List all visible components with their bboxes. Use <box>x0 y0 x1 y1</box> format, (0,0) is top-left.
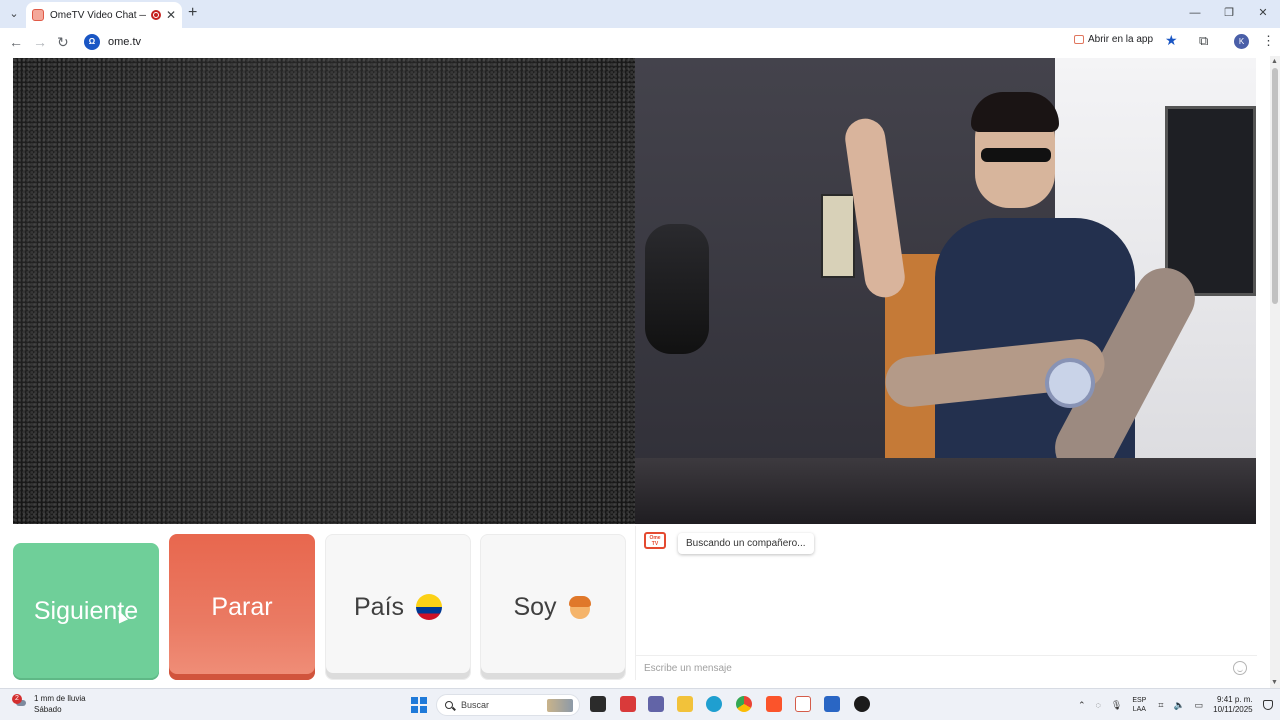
taskbar-search-label: Buscar <box>461 700 490 710</box>
teams-icon[interactable] <box>648 696 664 712</box>
windows-start-icon[interactable] <box>411 697 427 713</box>
windows-taskbar: 2 1 mm de lluvia Sábado Buscar ⌃ ◌ 🎙 ESP… <box>0 688 1280 720</box>
self-camera-video <box>635 58 1256 524</box>
forward-arrow-icon[interactable]: → <box>33 34 47 50</box>
boy-icon <box>567 594 593 620</box>
taskbar-clock[interactable]: 9:41 p. m. 10/11/2025 <box>1213 695 1252 715</box>
chat-message: Ome TV Buscando un compañero... <box>644 532 814 554</box>
country-button-label: País <box>353 592 405 621</box>
battery-icon[interactable]: ▭ <box>1195 700 1204 711</box>
stop-button-label: Parar <box>211 592 273 621</box>
network-icon[interactable]: ⌗ <box>1158 700 1163 711</box>
stranger-video-static <box>13 58 635 524</box>
window-controls: — ❐ ✕ <box>1178 0 1280 28</box>
scroll-down-arrow-icon[interactable]: ▼ <box>1271 679 1278 686</box>
camera-microphone <box>645 224 709 354</box>
reload-icon[interactable]: ↻ <box>57 34 69 50</box>
country-filter-button[interactable]: País <box>325 534 471 680</box>
input-language[interactable]: ESP LAA <box>1132 696 1146 714</box>
next-button[interactable]: Siguiente <box>13 543 159 680</box>
weather-widget[interactable]: 2 1 mm de lluvia Sábado <box>12 693 86 715</box>
weather-badge: 2 <box>12 694 22 704</box>
rain-cloud-icon: 2 <box>12 694 28 711</box>
browser-tab-ometv[interactable]: OmeTV Video Chat — Ome ✕ <box>26 2 182 28</box>
ometv-favicon-icon <box>32 9 44 21</box>
person-watch <box>1045 358 1095 408</box>
open-app-icon <box>1074 35 1084 44</box>
tray-chevron-up-icon[interactable]: ⌃ <box>1078 700 1086 711</box>
camera-poster <box>821 194 855 278</box>
chat-panel: Ome TV Buscando un compañero... <box>635 526 1257 680</box>
emoji-icon[interactable] <box>1233 661 1247 675</box>
task-view-icon[interactable] <box>590 696 606 712</box>
tab-title: OmeTV Video Chat — Ome <box>50 9 146 21</box>
chat-message-input[interactable] <box>636 657 1233 679</box>
app-dark-icon[interactable] <box>854 696 870 712</box>
ometv-logo-icon: Ome TV <box>644 532 666 549</box>
file-explorer-icon[interactable] <box>677 696 693 712</box>
browser-menu-icon[interactable]: ⋮ <box>1262 33 1275 49</box>
camera-person <box>842 92 1206 518</box>
ometv-page: Siguiente Parar País Soy Ome TV Buscando… <box>0 56 1270 688</box>
lang-line1: ESP <box>1132 697 1147 704</box>
browser-toolbar: ← → ↻ Ω ome.tv Abrir en la app ★ ⧉ K ⋮ <box>0 28 1280 56</box>
address-bar[interactable]: Ω ome.tv <box>80 31 1190 53</box>
open-in-app-label: Abrir en la app <box>1088 34 1154 45</box>
app-red-icon[interactable] <box>620 696 636 712</box>
back-arrow-icon[interactable]: ← <box>9 34 23 50</box>
volume-icon[interactable]: 🔈 <box>1173 700 1184 711</box>
tray-app-icon[interactable]: ◌ <box>1096 700 1101 710</box>
profile-avatar[interactable]: K <box>1234 34 1249 49</box>
person-hair <box>971 92 1059 132</box>
chrome-icon[interactable] <box>736 696 752 712</box>
store-icon[interactable] <box>824 696 840 712</box>
chat-message-bubble: Buscando un compañero... <box>678 533 814 554</box>
taskbar-search[interactable]: Buscar <box>436 694 580 716</box>
new-tab-button[interactable]: + <box>188 5 197 21</box>
tab-list-chevron-down-icon[interactable]: ⌄ <box>6 6 22 22</box>
weather-text: 1 mm de lluvia Sábado <box>34 693 86 715</box>
clock-date: 10/11/2025 <box>1213 705 1253 714</box>
stop-button[interactable]: Parar <box>169 534 315 680</box>
open-in-app-button[interactable]: Abrir en la app <box>1074 34 1153 45</box>
search-highlight-art <box>547 699 573 712</box>
close-tab-icon[interactable]: ✕ <box>166 8 176 22</box>
browser-tabstrip: ⌄ OmeTV Video Chat — Ome ✕ + — ❐ ✕ <box>0 0 1280 28</box>
lang-line2: LAA <box>1132 706 1146 713</box>
url-text[interactable]: ome.tv <box>108 36 141 48</box>
page-scrollbar[interactable]: ▲ ▼ <box>1270 56 1280 688</box>
clock-time: 9:41 p. m. <box>1217 695 1253 704</box>
brave-icon[interactable] <box>766 696 782 712</box>
restore-button[interactable]: ❐ <box>1212 0 1246 28</box>
scroll-up-arrow-icon[interactable]: ▲ <box>1271 58 1278 65</box>
notifications-bell-icon[interactable] <box>1262 700 1273 710</box>
gender-button-label: Soy <box>513 592 557 621</box>
colombia-flag-icon <box>416 594 443 620</box>
weather-line1: 1 mm de lluvia <box>34 694 86 703</box>
bookmark-star-icon[interactable]: ★ <box>1165 32 1178 49</box>
system-tray: ⌃ ◌ 🎙 ESP LAA ⌗ 🔈 ▭ 9:41 p. m. 10/11/202… <box>1078 689 1280 721</box>
microphone-icon[interactable]: 🎙 <box>1111 700 1122 711</box>
site-info-icon[interactable]: Ω <box>84 34 100 50</box>
camera-desk <box>635 458 1256 524</box>
scrollbar-thumb[interactable] <box>1272 68 1278 304</box>
recording-indicator-icon <box>150 10 161 20</box>
gender-select-button[interactable]: Soy <box>480 534 626 680</box>
search-icon <box>445 701 453 709</box>
chat-input-row <box>636 655 1257 680</box>
person-sunglasses <box>981 148 1051 162</box>
app-window-icon[interactable] <box>795 696 811 712</box>
close-window-button[interactable]: ✕ <box>1246 0 1280 28</box>
weather-line2: Sábado <box>34 705 62 714</box>
edge-icon[interactable] <box>706 696 722 712</box>
extensions-puzzle-icon[interactable]: ⧉ <box>1199 33 1208 49</box>
minimize-button[interactable]: — <box>1178 0 1212 28</box>
